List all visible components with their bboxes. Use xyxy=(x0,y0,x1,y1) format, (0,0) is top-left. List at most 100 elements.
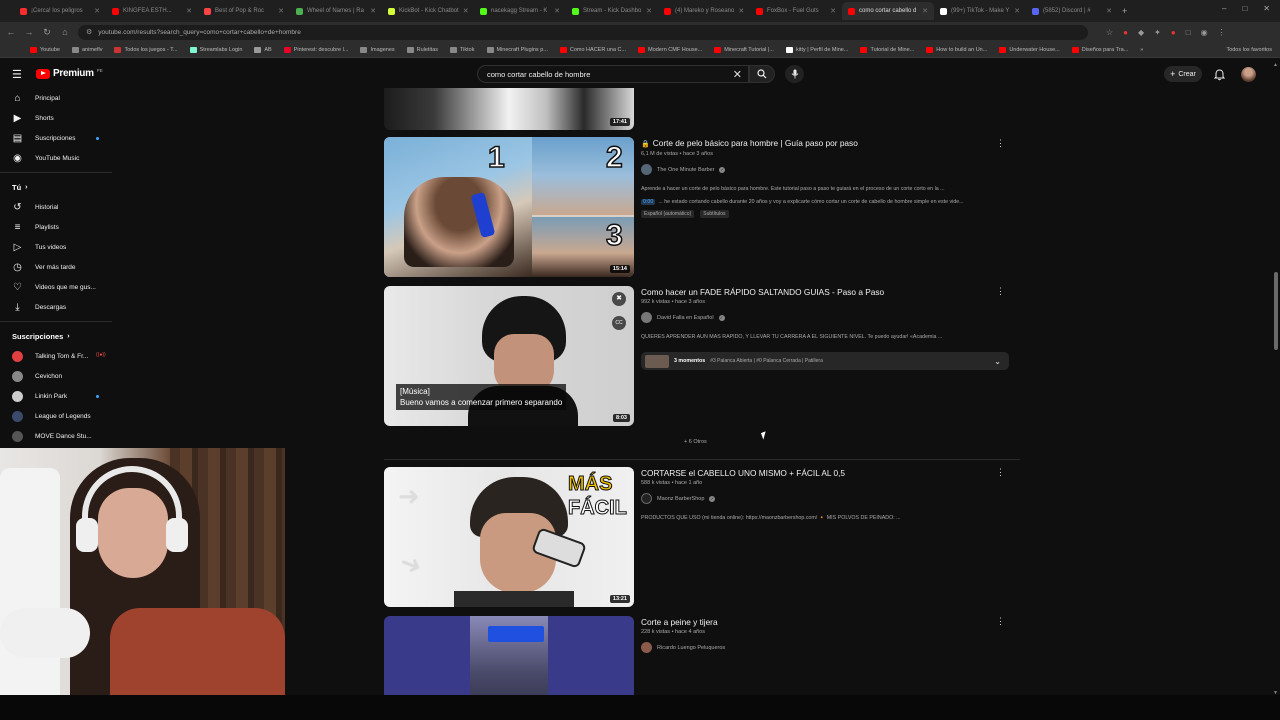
browser-tab[interactable]: FoxBox - Fuel Guts ✕ xyxy=(750,2,842,20)
notifications-bell-icon[interactable] xyxy=(1213,68,1226,86)
bookmarks-overflow-icon[interactable]: » xyxy=(1140,47,1143,53)
all-bookmarks-link[interactable]: Todos los favoritos xyxy=(1226,47,1280,53)
bookmark-item[interactable]: Todos los juegos - T... xyxy=(114,46,178,53)
sidebar-subscription-item[interactable]: Linkin Park xyxy=(0,386,118,406)
sidebar-section-subscriptions[interactable]: Suscripciones › xyxy=(0,326,118,346)
bookmark-item[interactable]: Minecraft Plugins p... xyxy=(486,46,548,53)
extension-icon[interactable]: ✦ xyxy=(1154,28,1161,37)
bookmark-item[interactable]: Ruletitas xyxy=(406,46,438,53)
channel-avatar[interactable] xyxy=(641,642,652,653)
site-info-icon[interactable]: ⚙ xyxy=(86,28,92,36)
channel-name[interactable]: The One Minute Barber xyxy=(657,167,714,173)
browser-tab[interactable]: (4) Mareko y Roseano ✕ xyxy=(658,2,750,20)
channel-row[interactable]: Ricardo Luengo Peluqueros xyxy=(641,642,1011,653)
bookmark-item[interactable]: Underwater House... xyxy=(999,46,1060,53)
bookmark-item[interactable]: Modern CMF House... xyxy=(638,46,702,53)
more-actions-icon[interactable]: ⋮ xyxy=(996,467,1005,478)
tab-close-icon[interactable]: ✕ xyxy=(922,7,928,15)
bookmark-item[interactable]: AB xyxy=(254,46,272,53)
tab-close-icon[interactable]: ✕ xyxy=(1106,7,1112,15)
youtube-logo[interactable]: Premium PE xyxy=(36,68,103,79)
video-thumbnail[interactable]: ✖ CC [Música] Bueno vamos a comenzar pri… xyxy=(384,286,634,426)
captions-icon[interactable]: CC xyxy=(612,316,626,330)
video-thumbnail[interactable]: ➜ ➜ MÁS FÁCIL 13:21 xyxy=(384,467,634,607)
search-button[interactable] xyxy=(749,65,775,83)
tab-close-icon[interactable]: ✕ xyxy=(738,7,744,15)
profile-icon[interactable]: ◉ xyxy=(1201,28,1208,37)
channel-avatar[interactable] xyxy=(641,164,652,175)
sidebar-item-shorts[interactable]: ▶ Shorts xyxy=(0,108,118,128)
bookmark-item[interactable]: How to build an Un... xyxy=(926,46,987,53)
sidebar-item-historial[interactable]: ↺ Historial xyxy=(0,197,118,217)
bookmark-item[interactable]: Tutorial de Mine... xyxy=(860,46,914,53)
forward-icon[interactable]: → xyxy=(24,27,34,37)
bookmark-item[interactable]: Como HACER una C... xyxy=(559,46,626,53)
sidebar-subscription-item[interactable]: League of Legends xyxy=(0,406,118,426)
more-actions-icon[interactable]: ⋮ xyxy=(996,138,1005,149)
maximize-icon[interactable]: □ xyxy=(1242,4,1247,13)
account-avatar[interactable] xyxy=(1241,67,1256,82)
sidebar-subscription-item[interactable]: MOVE Dance Stu... xyxy=(0,426,118,446)
tab-close-icon[interactable]: ✕ xyxy=(463,7,469,15)
menu-hamburger-icon[interactable]: ☰ xyxy=(12,68,22,81)
close-window-icon[interactable]: ✕ xyxy=(1263,4,1270,13)
video-thumbnail[interactable]: 17:41 xyxy=(384,88,634,130)
video-title[interactable]: 🔒 Corte de pelo básico para hombre | Guía… xyxy=(641,138,1011,150)
reload-icon[interactable]: ↻ xyxy=(42,27,52,38)
extensions-puzzle-icon[interactable]: □ xyxy=(1186,28,1191,37)
bookmark-item[interactable]: Youtube xyxy=(30,46,60,53)
bookmark-item[interactable]: Diseños para Tra... xyxy=(1071,46,1128,53)
chapter-timestamp[interactable]: 0:00 xyxy=(641,198,656,205)
sidebar-item-suscripciones[interactable]: ▤ Suscripciones xyxy=(0,128,118,148)
video-title[interactable]: Corte a peine y tijera xyxy=(641,617,1011,628)
search-input[interactable]: como cortar cabello de hombre ✕ xyxy=(477,65,749,83)
sidebar-item-youtube-music[interactable]: ◉ YouTube Music xyxy=(0,148,118,168)
back-icon[interactable]: ← xyxy=(6,27,16,37)
scroll-up-icon[interactable]: ▲ xyxy=(1273,62,1278,68)
clear-search-icon[interactable]: ✕ xyxy=(733,68,742,81)
sidebar-item-descargas[interactable]: ⤓ Descargas xyxy=(0,297,118,317)
channel-row[interactable]: Maonz BarberShop ✓ xyxy=(641,493,1011,504)
video-title[interactable]: Como hacer un FADE RÁPIDO SALTANDO GUIAS… xyxy=(641,287,1011,298)
browser-tab[interactable]: como cortar cabello d ✕ xyxy=(842,2,934,20)
sidebar-subscription-item[interactable]: Talking Tom & Fr... ((●)) xyxy=(0,346,118,366)
sidebar-item-ver-m-s-tarde[interactable]: ◷ Ver más tarde xyxy=(0,257,118,277)
tab-close-icon[interactable]: ✕ xyxy=(186,7,192,15)
mute-icon[interactable]: ✖ xyxy=(612,292,626,306)
channel-row[interactable]: The One Minute Barber ✓ xyxy=(641,164,1011,175)
scrollbar-thumb[interactable] xyxy=(1274,272,1278,350)
minimize-icon[interactable]: – xyxy=(1222,4,1226,13)
bookmark-item[interactable]: Minecraft Tutorial |... xyxy=(714,46,774,53)
extension-icon[interactable]: ◆ xyxy=(1138,28,1144,37)
tab-close-icon[interactable]: ✕ xyxy=(370,7,376,15)
tab-close-icon[interactable]: ✕ xyxy=(830,7,836,15)
browser-tab[interactable]: Wheel of Names | Ra ✕ xyxy=(290,2,382,20)
sidebar-item-playlists[interactable]: ≡ Playlists xyxy=(0,217,118,237)
sidebar-subscription-item[interactable]: Cevichon xyxy=(0,366,118,386)
page-scrollbar[interactable]: ▲ ▼ xyxy=(1272,60,1280,700)
browser-tab[interactable]: Best of Pop & Roc ✕ xyxy=(198,2,290,20)
browser-tab[interactable]: nacekagg Stream - K ✕ xyxy=(474,2,566,20)
tab-close-icon[interactable]: ✕ xyxy=(646,7,652,15)
bookmark-item[interactable]: Tiktok xyxy=(450,46,475,53)
video-thumbnail[interactable]: 1 2 3 15:14 xyxy=(384,137,634,277)
more-actions-icon[interactable]: ⋮ xyxy=(996,616,1005,627)
channel-name[interactable]: David Falla en Español xyxy=(657,315,714,321)
bookmark-item[interactable]: animeflv xyxy=(72,46,102,53)
browser-tab[interactable]: (99+) TikTok - Make Y ✕ xyxy=(934,2,1026,20)
key-moments-bar[interactable]: 3 momentos #3 Palanca Abierta | #0 Palan… xyxy=(641,352,1009,370)
extension-icon[interactable]: ● xyxy=(1171,28,1176,37)
tab-close-icon[interactable]: ✕ xyxy=(278,7,284,15)
more-actions-icon[interactable]: ⋮ xyxy=(996,286,1005,297)
new-tab-icon[interactable]: + xyxy=(1122,6,1127,16)
browser-tab[interactable]: KickBot - Kick Chatbot ✕ xyxy=(382,2,474,20)
tab-close-icon[interactable]: ✕ xyxy=(1014,7,1020,15)
browser-menu-icon[interactable]: ⋮ xyxy=(1218,28,1226,37)
channel-avatar[interactable] xyxy=(641,493,652,504)
channel-row[interactable]: David Falla en Español ✓ xyxy=(641,312,1011,323)
browser-tab[interactable]: KINGFEA ESTH... ✕ xyxy=(106,2,198,20)
bookmark-item[interactable]: Pinterest: descubre l... xyxy=(283,46,348,53)
channel-name[interactable]: Ricardo Luengo Peluqueros xyxy=(657,645,725,651)
tab-close-icon[interactable]: ✕ xyxy=(94,7,100,15)
tab-close-icon[interactable]: ✕ xyxy=(554,7,560,15)
